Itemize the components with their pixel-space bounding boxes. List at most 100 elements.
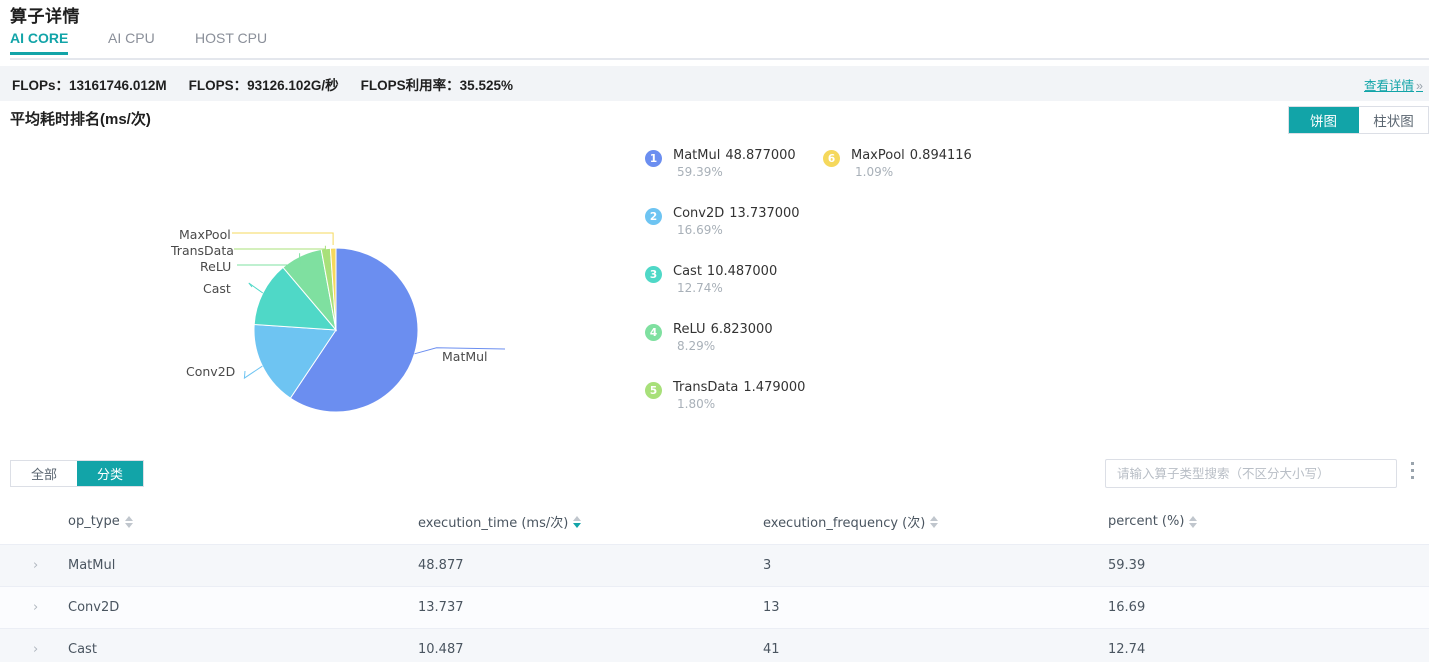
chart-type-toggle: 饼图 柱状图 — [1288, 106, 1429, 134]
flops-summary-items: FLOPs：13161746.012M FLOPS：93126.102G/秒 F… — [12, 74, 513, 94]
table-toggle-all[interactable]: 全部 — [11, 461, 77, 486]
cell-execution-frequency: 41 — [763, 629, 1108, 662]
legend-op-name: ReLU — [673, 322, 706, 337]
cell-percent: 59.39 — [1108, 545, 1429, 587]
legend-op-name: MatMul — [673, 148, 720, 163]
legend-rank-badge: 6 — [823, 150, 840, 167]
table-header: op_type execution_time (ms/次) execution_… — [0, 500, 1429, 545]
leader-line-transdata — [234, 246, 325, 249]
legend-op-value: 6.823000 — [711, 322, 773, 337]
cell-execution-frequency: 13 — [763, 587, 1108, 629]
search-box — [1105, 459, 1397, 488]
tab-ai-core[interactable]: AI CORE — [10, 30, 68, 54]
tab-ai-cpu[interactable]: AI CPU — [108, 30, 155, 54]
legend-op-percent: 8.29% — [677, 339, 715, 353]
leader-line-cast — [249, 283, 263, 293]
pie-chart-container: MaxPoolTransDataReLU Cast Conv2D MatMul — [0, 135, 620, 435]
more-options-icon[interactable] — [1411, 462, 1415, 484]
cell-execution-time: 48.877 — [418, 545, 763, 587]
cell-execution-frequency: 3 — [763, 545, 1108, 587]
legend-value-row: Conv2D13.737000 — [673, 206, 800, 221]
legend-value-row: MaxPool 0.894116 — [851, 148, 972, 163]
col-percent-header[interactable]: percent (%) — [1108, 500, 1429, 545]
expand-row-icon[interactable]: › — [0, 558, 38, 573]
summary-flops-total: FLOPs：13161746.012M — [12, 74, 167, 94]
expand-row-icon[interactable]: › — [0, 642, 38, 657]
pie-label-cast: Cast — [203, 281, 231, 296]
legend-op-percent: 59.39% — [677, 165, 723, 179]
sorter-op-type[interactable] — [125, 516, 133, 528]
table-row[interactable]: › MatMul48.877359.39 — [0, 545, 1429, 587]
legend-value-row: TransData 1.479000 — [673, 380, 805, 395]
legend-rank-badge: 1 — [645, 150, 662, 167]
legend-op-value: 1.479000 — [743, 380, 805, 395]
chart-toggle-pie[interactable]: 饼图 — [1289, 107, 1359, 133]
legend-op-name: MaxPool — [851, 148, 905, 163]
legend-op-value: 10.487000 — [707, 264, 777, 279]
row-expand-cell: › — [0, 545, 68, 587]
legend-value-row: MatMul 48.877000 — [673, 148, 796, 163]
col-op-type-label: op_type — [68, 514, 120, 529]
col-execution-frequency-header[interactable]: execution_frequency (次) — [763, 500, 1108, 545]
legend-op-value: 0.894116 — [910, 148, 972, 163]
pie-slices[interactable] — [254, 248, 418, 412]
row-expand-cell: › — [0, 629, 68, 662]
sorter-percent[interactable] — [1189, 516, 1197, 528]
legend-op-percent: 1.80% — [677, 397, 715, 411]
sorter-execution-frequency[interactable] — [930, 516, 938, 528]
col-execution-time-header[interactable]: execution_time (ms/次) — [418, 500, 763, 545]
view-detail-label: 查看详情 — [1364, 79, 1414, 93]
cell-op-type: Conv2D — [68, 587, 418, 629]
legend-rank-badge: 2 — [645, 208, 662, 225]
leader-line-maxpool — [232, 233, 333, 245]
operator-table: op_type execution_time (ms/次) execution_… — [0, 500, 1429, 662]
tab-host-cpu[interactable]: HOST CPU — [195, 30, 267, 54]
legend-op-percent: 12.74% — [677, 281, 723, 295]
pie-label-maxpool: MaxPool — [179, 227, 231, 242]
col-op-type-header[interactable]: op_type — [68, 500, 418, 545]
leader-line-conv2d — [244, 366, 262, 378]
col-percent-label: percent (%) — [1108, 514, 1184, 529]
summary-flops-utilization: FLOPS利用率：35.525% — [361, 74, 513, 94]
view-detail-link[interactable]: 查看详情» — [1364, 75, 1423, 94]
legend-rank-badge: 4 — [645, 324, 662, 341]
table-row[interactable]: ›Cast10.4874112.74 — [0, 629, 1429, 662]
page-title: 算子详情 — [10, 2, 80, 27]
col-execution-frequency-label: execution_frequency (次) — [763, 512, 925, 531]
legend-value-row: ReLU 6.823000 — [673, 322, 773, 337]
table-toggle-category[interactable]: 分类 — [77, 461, 143, 486]
legend-value-row: Cast 10.487000 — [673, 264, 777, 279]
chart-toggle-bar[interactable]: 柱状图 — [1359, 107, 1429, 133]
pie-label-transdata: TransData — [171, 243, 234, 258]
chart-title: 平均耗时排名(ms/次) — [10, 108, 151, 129]
tab-bar: AI CORE AI CPU HOST CPU — [0, 30, 1429, 60]
sorter-execution-time[interactable] — [573, 516, 581, 528]
legend-op-percent: 16.69% — [677, 223, 723, 237]
summary-flops-rate: FLOPS：93126.102G/秒 — [189, 74, 339, 94]
cell-percent: 16.69 — [1108, 587, 1429, 629]
pie-chart-svg[interactable] — [0, 135, 620, 435]
expand-row-icon[interactable]: › — [0, 600, 38, 615]
tab-underline — [10, 58, 1429, 60]
legend-rank-badge: 5 — [645, 382, 662, 399]
row-expand-cell: › — [0, 587, 68, 629]
pie-label-relu: ReLU — [200, 259, 231, 274]
search-input[interactable] — [1106, 460, 1396, 487]
legend-op-name: Cast — [673, 264, 702, 279]
table-body: ›MatMul48.877359.39›Conv2D13.7371316.69›… — [0, 545, 1429, 662]
table-scope-toggle: 全部 分类 — [10, 460, 144, 487]
cell-op-type: MatMul — [68, 545, 418, 587]
legend-op-name: TransData — [673, 380, 738, 395]
legend-op-percent: 1.09% — [855, 165, 893, 179]
legend-op-value: 48.877000 — [725, 148, 795, 163]
legend-rank-badge: 3 — [645, 266, 662, 283]
chevron-right-icon: » — [1416, 79, 1423, 93]
flops-summary-bar: FLOPs：13161746.012M FLOPS：93126.102G/秒 F… — [0, 66, 1429, 101]
legend-op-value: 13.737000 — [729, 206, 799, 221]
table-row[interactable]: › Conv2D13.7371316.69 — [0, 587, 1429, 629]
pie-label-conv2d: Conv2D — [186, 364, 235, 379]
cell-execution-time: 13.737 — [418, 587, 763, 629]
cell-percent: 12.74 — [1108, 629, 1429, 662]
cell-op-type: Cast — [68, 629, 418, 662]
pie-label-matmul: MatMul — [442, 349, 488, 364]
